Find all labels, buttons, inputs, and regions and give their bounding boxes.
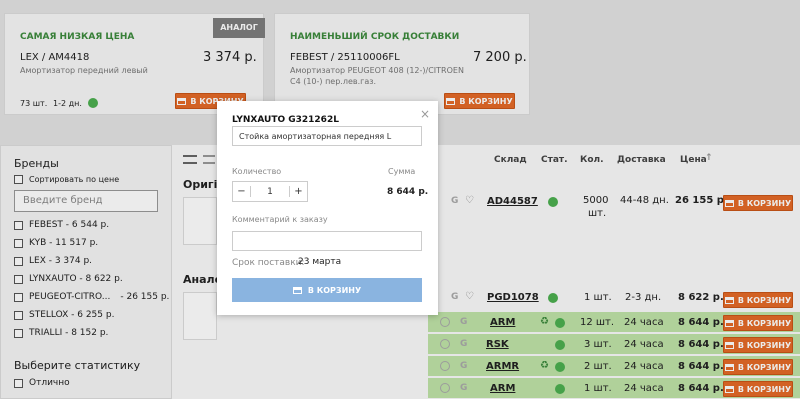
submit-label: В КОРЗИНУ	[307, 285, 362, 295]
quantity-value[interactable]: 1	[251, 187, 289, 197]
close-icon[interactable]: ×	[420, 107, 430, 121]
submit-cart-button[interactable]: В КОРЗИНУ	[232, 278, 422, 302]
quantity-label: Количество	[232, 167, 282, 176]
product-name-field[interactable]: Стойка амортизаторная передняя L	[232, 126, 422, 146]
modal-title: LYNXAUTO G321262L	[232, 115, 339, 125]
cart-icon	[292, 286, 302, 294]
delivery-date-label: Срок поставки:	[232, 258, 305, 268]
delivery-date-value: 23 марта	[298, 257, 342, 267]
minus-icon[interactable]: −	[233, 186, 251, 197]
sum-value: 8 644 р.	[387, 187, 429, 197]
quantity-stepper[interactable]: − 1 +	[232, 181, 308, 202]
comment-field[interactable]	[232, 231, 422, 251]
comment-label: Комментарий к заказу	[232, 215, 328, 224]
sum-label: Сумма	[388, 167, 416, 176]
plus-icon[interactable]: +	[289, 186, 307, 197]
add-to-cart-modal: LYNXAUTO G321262L × Стойка амортизаторна…	[217, 101, 438, 315]
